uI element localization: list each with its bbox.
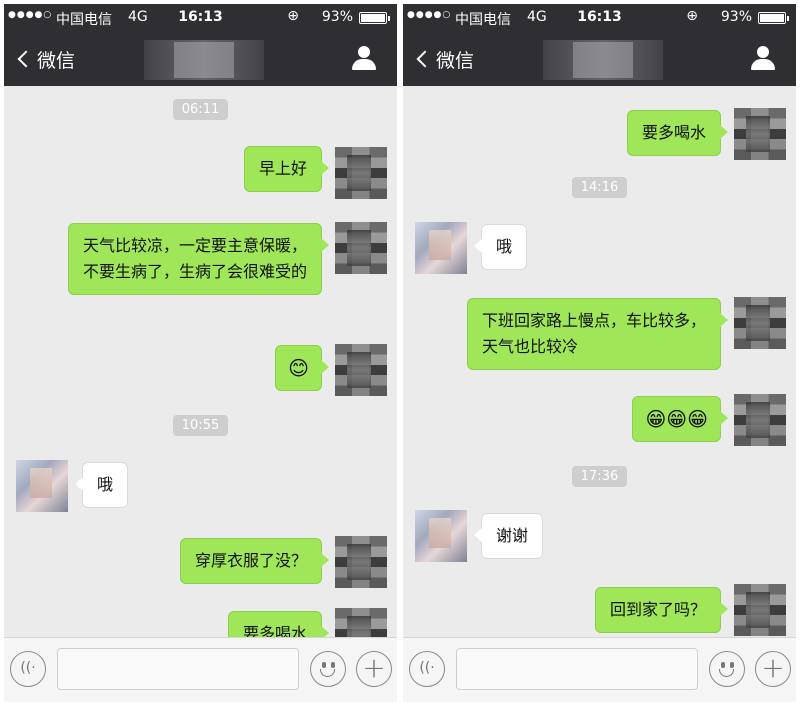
back-button[interactable]: 微信 xyxy=(16,44,75,74)
message-bubble[interactable]: 早上好 xyxy=(243,146,330,192)
battery-icon xyxy=(359,12,390,24)
input-bar: ((· + xyxy=(403,637,796,702)
message-bubble[interactable]: 穿厚衣服了没？ xyxy=(179,538,330,584)
emoji-icon[interactable] xyxy=(310,651,346,687)
chat-screen-left: ●●●●○ 中国电信 4G 16:13 ⊕ 93% 微信 06:11 早上好 天… xyxy=(4,4,397,702)
message-input[interactable] xyxy=(57,648,299,690)
my-avatar[interactable] xyxy=(335,222,387,274)
emoji-icon[interactable] xyxy=(709,651,745,687)
my-avatar[interactable] xyxy=(734,108,786,160)
contact-avatar[interactable] xyxy=(415,222,467,274)
my-avatar[interactable] xyxy=(734,584,786,636)
contact-info-icon[interactable] xyxy=(750,46,776,72)
message-list[interactable]: 要多喝水 14:16 哦 下班回家路上慢点，车比较多，天气也比较冷 😁😁😁 17… xyxy=(403,86,796,637)
contact-name-redacted xyxy=(543,40,663,80)
nav-bar: 微信 xyxy=(4,32,397,86)
chevron-left-icon xyxy=(416,50,434,68)
battery-icon xyxy=(758,12,789,24)
timestamp: 17:36 xyxy=(403,465,796,487)
voice-icon[interactable]: ((· xyxy=(10,651,46,687)
message-bubble[interactable]: 天气比较凉，一定要主意保暖，不要生病了，生病了会很难受的 xyxy=(68,223,329,295)
contact-avatar[interactable] xyxy=(16,460,68,512)
status-bar: ●●●●○ 中国电信 4G 16:13 ⊕ 93% xyxy=(4,4,397,32)
rotation-lock-icon: ⊕ xyxy=(686,8,698,24)
status-bar: ●●●●○ 中国电信 4G 16:13 ⊕ 93% xyxy=(403,4,796,32)
message-bubble[interactable]: 回到家了吗？ xyxy=(594,587,729,633)
timestamp: 06:11 xyxy=(4,98,397,120)
my-avatar[interactable] xyxy=(734,394,786,446)
back-button[interactable]: 微信 xyxy=(415,44,474,74)
back-label: 微信 xyxy=(436,49,475,72)
emoji-message[interactable]: 😊 xyxy=(275,345,329,391)
emoji-message[interactable]: 😁😁😁 xyxy=(632,396,728,442)
back-label: 微信 xyxy=(37,49,76,72)
contact-avatar[interactable] xyxy=(415,510,467,562)
input-bar: ((· + xyxy=(4,637,397,702)
message-bubble[interactable]: 要多喝水 xyxy=(626,110,729,156)
nav-bar: 微信 xyxy=(403,32,796,86)
chevron-left-icon xyxy=(17,50,35,68)
timestamp: 14:16 xyxy=(403,176,796,198)
contact-name-redacted xyxy=(144,40,264,80)
plus-icon[interactable]: + xyxy=(755,651,791,687)
message-list[interactable]: 06:11 早上好 天气比较凉，一定要主意保暖，不要生病了，生病了会很难受的 😊… xyxy=(4,86,397,637)
message-bubble[interactable]: 哦 xyxy=(473,224,528,270)
battery-percent: 93% xyxy=(720,9,752,25)
voice-icon[interactable]: ((· xyxy=(409,651,445,687)
message-bubble[interactable]: 哦 xyxy=(74,462,129,508)
message-input[interactable] xyxy=(456,648,698,690)
message-bubble[interactable]: 谢谢 xyxy=(473,513,544,559)
rotation-lock-icon: ⊕ xyxy=(287,8,299,24)
contact-info-icon[interactable] xyxy=(351,46,377,72)
plus-icon[interactable]: + xyxy=(356,651,392,687)
my-avatar[interactable] xyxy=(335,147,387,199)
battery-percent: 93% xyxy=(321,9,353,25)
my-avatar[interactable] xyxy=(335,536,387,588)
timestamp: 10:55 xyxy=(4,414,397,436)
message-bubble[interactable]: 下班回家路上慢点，车比较多，天气也比较冷 xyxy=(467,298,728,370)
my-avatar[interactable] xyxy=(335,608,387,637)
message-bubble[interactable]: 要多喝水 xyxy=(227,611,330,637)
my-avatar[interactable] xyxy=(335,344,387,396)
my-avatar[interactable] xyxy=(734,297,786,349)
chat-screen-right: ●●●●○ 中国电信 4G 16:13 ⊕ 93% 微信 要多喝水 14:16 … xyxy=(403,4,796,702)
